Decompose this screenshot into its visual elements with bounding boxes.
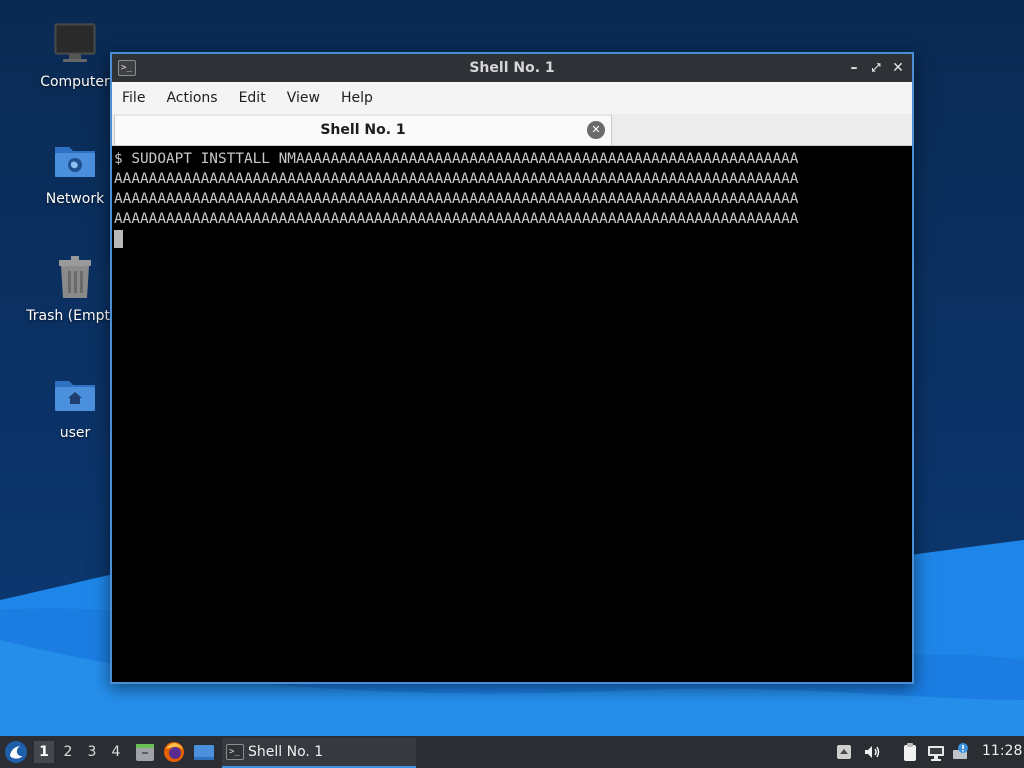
workspace-4-button[interactable]: 4 [106,741,126,763]
volume-icon[interactable] [862,742,882,762]
menu-edit[interactable]: Edit [239,90,266,106]
workspace-1-button[interactable]: 1 [34,741,54,763]
firefox-launcher[interactable] [163,741,185,763]
terminal-line: AAAAAAAAAAAAAAAAAAAAAAAAAAAAAAAAAAAAAAAA… [114,211,799,227]
minimize-button[interactable]: – [844,58,864,78]
terminal-app-icon: >_ [226,744,244,760]
task-label: Shell No. 1 [248,744,324,760]
maximize-button[interactable]: ⤢ [866,58,886,78]
network-folder-icon [51,137,99,185]
terminal-output[interactable]: $ SUDOAPT INSTTALL NMAAAAAAAAAAAAAAAAAAA… [112,146,912,682]
tray-expand-icon[interactable] [834,742,854,762]
file-manager-launcher[interactable] [134,741,156,763]
close-button[interactable]: ✕ [888,58,908,78]
menu-view[interactable]: View [287,90,320,106]
terminal-line: AAAAAAAAAAAAAAAAAAAAAAAAAAAAAAAAAAAAAAAA… [114,171,799,187]
terminal-line: $ SUDOAPT INSTTALL NMAAAAAAAAAAAAAAAAAAA… [114,151,799,167]
show-desktop-button[interactable] [193,741,215,763]
tab-shell-1[interactable]: Shell No. 1 ✕ [114,114,612,145]
window-titlebar[interactable]: >_ Shell No. 1 – ⤢ ✕ [112,54,912,82]
trash-icon [51,254,99,302]
window-title: Shell No. 1 [469,60,555,76]
clipboard-icon[interactable] [900,742,920,762]
tab-label: Shell No. 1 [320,122,406,138]
file-cabinet-icon [136,744,154,761]
workspace-3-button[interactable]: 3 [82,741,102,763]
home-folder-icon [51,371,99,419]
lubuntu-logo-icon [5,741,27,763]
menu-bar: File Actions Edit View Help [112,82,912,114]
terminal-window: >_ Shell No. 1 – ⤢ ✕ File Actions Edit V… [110,52,914,684]
taskbar-task-terminal[interactable]: >_ Shell No. 1 [222,738,416,768]
show-desktop-icon [194,745,214,760]
terminal-line: AAAAAAAAAAAAAAAAAAAAAAAAAAAAAAAAAAAAAAAA… [114,191,799,207]
tab-bar: Shell No. 1 ✕ [112,114,912,146]
terminal-cursor [114,230,123,248]
clock[interactable]: 11:28 [982,743,1022,759]
workspace-2-button[interactable]: 2 [58,741,78,763]
menu-help[interactable]: Help [341,90,373,106]
firefox-icon [164,742,184,762]
start-menu-button[interactable] [4,740,28,764]
monitor-icon [51,20,99,68]
menu-file[interactable]: File [122,90,145,106]
menu-actions[interactable]: Actions [166,90,217,106]
update-notifier-icon[interactable] [952,742,972,762]
tab-close-icon[interactable]: ✕ [587,121,605,139]
taskbar: 1 2 3 4 >_ Shell No. 1 11:28 [0,736,1024,768]
network-status-icon[interactable] [926,742,946,762]
